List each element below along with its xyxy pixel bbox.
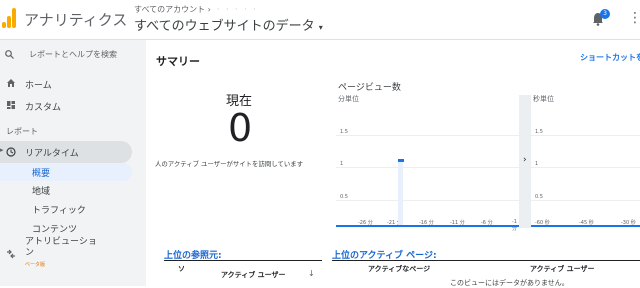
sidebar-item-label: アトリビューション	[25, 237, 97, 258]
spike-bar	[398, 161, 403, 225]
more-vert-icon[interactable]: ⋮	[628, 10, 640, 26]
sidebar-item-label: 地域	[32, 187, 51, 197]
chart-baseline	[336, 225, 520, 227]
no-data-message: このビューにはデータがありません。	[450, 279, 569, 287]
expand-chevron-icon: ▸	[0, 146, 4, 154]
sidebar-item-realtime[interactable]: ▸ リアルタイム	[0, 141, 132, 163]
breadcrumb[interactable]: すべてのアカウント › · · · · ·	[134, 4, 258, 15]
sidebar-item-region[interactable]: 地域	[0, 181, 146, 199]
y-tick-label: 1.5	[535, 129, 543, 135]
y-tick-label: 0.5	[535, 194, 543, 200]
sort-arrow-icon[interactable]: ↓	[308, 269, 315, 278]
active-users-caption: 人のアクティブ ユーザーがサイトを訪問しています	[155, 160, 303, 168]
chart-title: 分単位	[338, 95, 359, 103]
gridline	[531, 135, 640, 136]
per-minute-chart: 分単位 1.5 1 0.5 -26 分 -21 分 -16 分 -11 分 -6…	[336, 95, 520, 232]
main-content: サマリー ショートカットを 現在 0 人のアクティブ ユーザーがサイトを訪問して…	[146, 40, 640, 287]
sidebar-item-label: カスタム	[25, 103, 62, 113]
sidebar-item-label: リアルタイム	[25, 149, 79, 159]
breadcrumb-account-placeholder: · · · · ·	[216, 5, 258, 14]
section-divider	[332, 260, 640, 261]
sidebar-item-label: コンテンツ	[32, 225, 78, 235]
active-users-count: 0	[228, 106, 253, 150]
sidebar-item-label: トラフィック	[32, 206, 86, 216]
property-selector[interactable]: すべてのウェブサイトのデータ ▾	[134, 15, 323, 34]
sidebar-item-home[interactable]: ホーム	[0, 74, 146, 94]
pageviews-title: ページビュー数	[338, 83, 401, 93]
analytics-logo[interactable]	[2, 8, 16, 28]
app-header: アナリティクス すべてのアカウント › · · · · · すべてのウェブサイトの…	[0, 0, 640, 40]
chart-baseline	[531, 225, 640, 227]
gridline	[336, 200, 520, 201]
column-header-source[interactable]: ソ	[178, 264, 185, 274]
sidebar-item-traffic[interactable]: トラフィック	[0, 200, 146, 218]
page-title: サマリー	[156, 55, 200, 68]
y-tick-label: 1	[535, 161, 539, 167]
sidebar-item-label: ホーム	[25, 81, 52, 91]
attribution-label: アトリビューションベータ版	[25, 237, 105, 271]
dashboard-icon	[7, 101, 15, 109]
gridline	[336, 135, 520, 136]
attribution-icon	[7, 249, 15, 259]
gridline	[531, 200, 640, 201]
section-divider	[164, 260, 322, 261]
sidebar-item-overview[interactable]: 概要	[0, 163, 132, 181]
beta-badge: ベータ版	[25, 262, 46, 268]
create-shortcut-link[interactable]: ショートカットを	[580, 52, 640, 63]
clock-icon	[6, 147, 16, 157]
gridline	[531, 167, 640, 168]
gridline	[336, 167, 520, 168]
notification-badge: 3	[600, 9, 610, 19]
home-icon	[7, 79, 15, 87]
y-tick-label: 0.5	[340, 194, 348, 200]
column-header-active-page[interactable]: アクティブなページ	[368, 264, 430, 274]
chevron-right-icon: ›	[207, 5, 211, 14]
reports-section-label: レポート	[6, 127, 38, 136]
y-tick-label: 1.5	[340, 129, 348, 135]
column-header-active-users[interactable]: アクティブ ユーザー	[221, 270, 286, 280]
property-name: すべてのウェブサイトのデータ	[134, 19, 315, 34]
caret-down-icon: ▾	[318, 23, 323, 32]
chart-title: 秒単位	[533, 95, 554, 103]
search-box[interactable]: レポートとヘルプを検索	[5, 48, 141, 62]
sidebar-item-label: 概要	[32, 169, 51, 179]
search-icon	[5, 50, 14, 59]
breadcrumb-text: すべてのアカウント	[134, 5, 206, 14]
spike-bar-cap	[398, 159, 404, 162]
search-placeholder: レポートとヘルプを検索	[29, 50, 117, 59]
chevron-right-icon[interactable]: ›	[523, 155, 527, 165]
per-second-chart: 秒単位 1.5 1 0.5 -60 秒 -45 秒 -30 秒	[531, 95, 640, 228]
sidebar-item-content[interactable]: コンテンツ	[0, 219, 146, 237]
column-header-active-users[interactable]: アクティブ ユーザー	[530, 264, 595, 274]
sidebar-item-custom[interactable]: カスタム	[0, 96, 146, 116]
app-title: アナリティクス	[24, 11, 128, 29]
y-tick-label: 1	[340, 161, 344, 167]
